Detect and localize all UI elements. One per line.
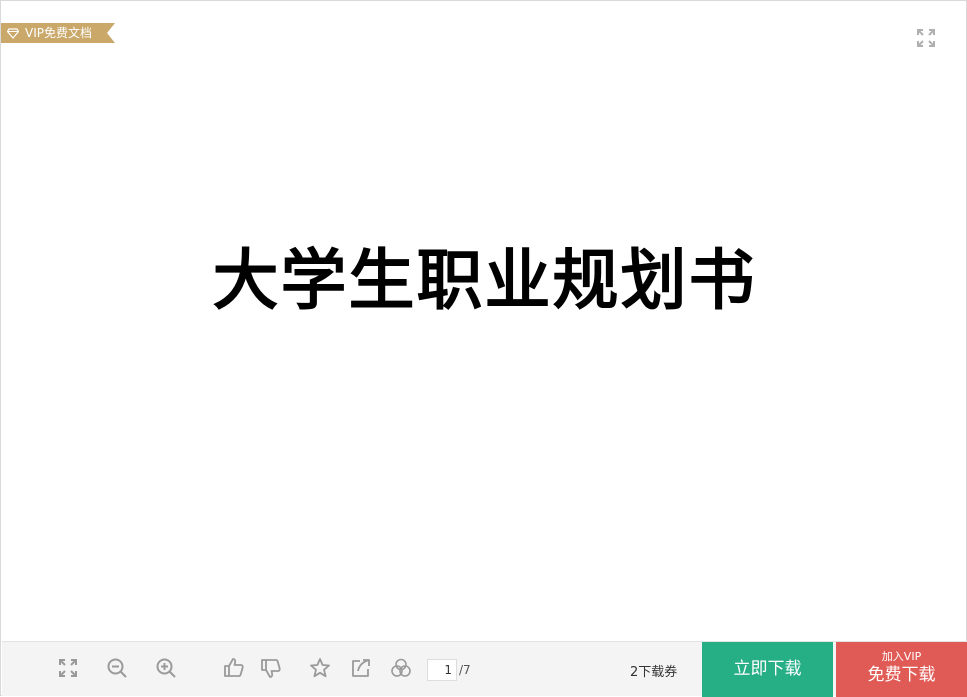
viewer-toolbar: /7 2下载券 立即下载 加入VIP 免费下载 (2, 641, 967, 697)
download-coupon-count: 2下载券 (630, 665, 678, 680)
document-title: 大学生职业规划书 (212, 241, 757, 319)
related-button[interactable] (389, 656, 413, 680)
zoom-out-button[interactable] (105, 656, 129, 680)
join-vip-free-download-button[interactable]: 加入VIP 免费下载 (836, 642, 967, 697)
gem-icon (7, 28, 19, 39)
page-number-input[interactable] (427, 659, 457, 681)
circles-icon (391, 658, 411, 677)
like-button[interactable] (222, 656, 246, 680)
page-navigator: /7 (427, 659, 471, 681)
free-download-label: 免费下载 (867, 665, 936, 685)
page-total: /7 (459, 663, 471, 677)
dislike-button[interactable] (259, 656, 283, 680)
zoom-in-button[interactable] (154, 656, 178, 680)
vip-free-badge-label: VIP免费文档 (25, 26, 92, 40)
download-now-button[interactable]: 立即下载 (702, 642, 833, 697)
star-icon (310, 658, 330, 678)
vip-free-badge: VIP免费文档 (1, 23, 115, 43)
share-icon (352, 659, 370, 677)
thumbs-down-icon (261, 659, 281, 678)
zoom-in-icon (156, 658, 176, 678)
favorite-button[interactable] (308, 656, 332, 680)
fullscreen-tool-button[interactable] (56, 656, 80, 680)
fullscreen-button[interactable] (915, 27, 937, 49)
thumbs-up-icon (224, 658, 244, 677)
join-vip-label: 加入VIP (881, 650, 922, 663)
document-viewer: VIP免费文档 大学生职业规划书 1 /7 2下载券 立即下载 加入VIP 免费… (0, 0, 967, 697)
zoom-out-icon (107, 658, 127, 678)
fullscreen-icon (59, 659, 77, 677)
fullscreen-icon (917, 29, 935, 47)
share-button[interactable] (349, 656, 373, 680)
